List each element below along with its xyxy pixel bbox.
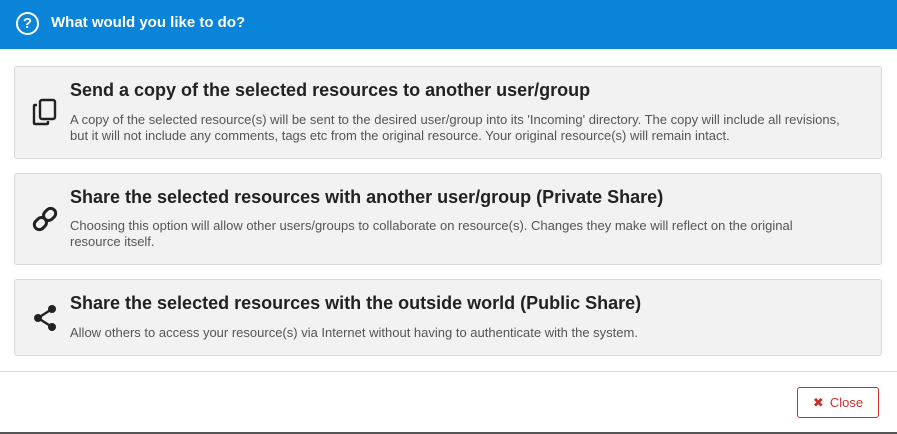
copy-icon [31,98,59,126]
dialog-title: What would you like to do? [51,14,246,31]
link-icon [31,205,59,233]
public-share-option[interactable]: Share the selected resources with the ou… [14,279,882,356]
footer-divider [0,371,897,372]
option-description: Choosing this option will allow other us… [70,218,793,249]
question-circle-icon: ? [16,12,39,35]
share-icon [31,304,59,332]
close-button-label: Close [829,395,864,410]
dialog-header: ? What would you like to do? [0,0,897,49]
option-title: Share the selected resources with the ou… [70,293,642,313]
option-title: Send a copy of the selected resources to… [70,80,591,100]
option-title: Share the selected resources with anothe… [70,187,664,207]
close-button[interactable]: ✖ Close [797,387,879,418]
private-share-option[interactable]: Share the selected resources with anothe… [14,173,882,265]
send-copy-option[interactable]: Send a copy of the selected resources to… [14,66,882,159]
option-description: A copy of the selected resource(s) will … [70,112,840,143]
option-description: Allow others to access your resource(s) … [70,325,638,340]
times-icon: ✖ [812,394,824,410]
